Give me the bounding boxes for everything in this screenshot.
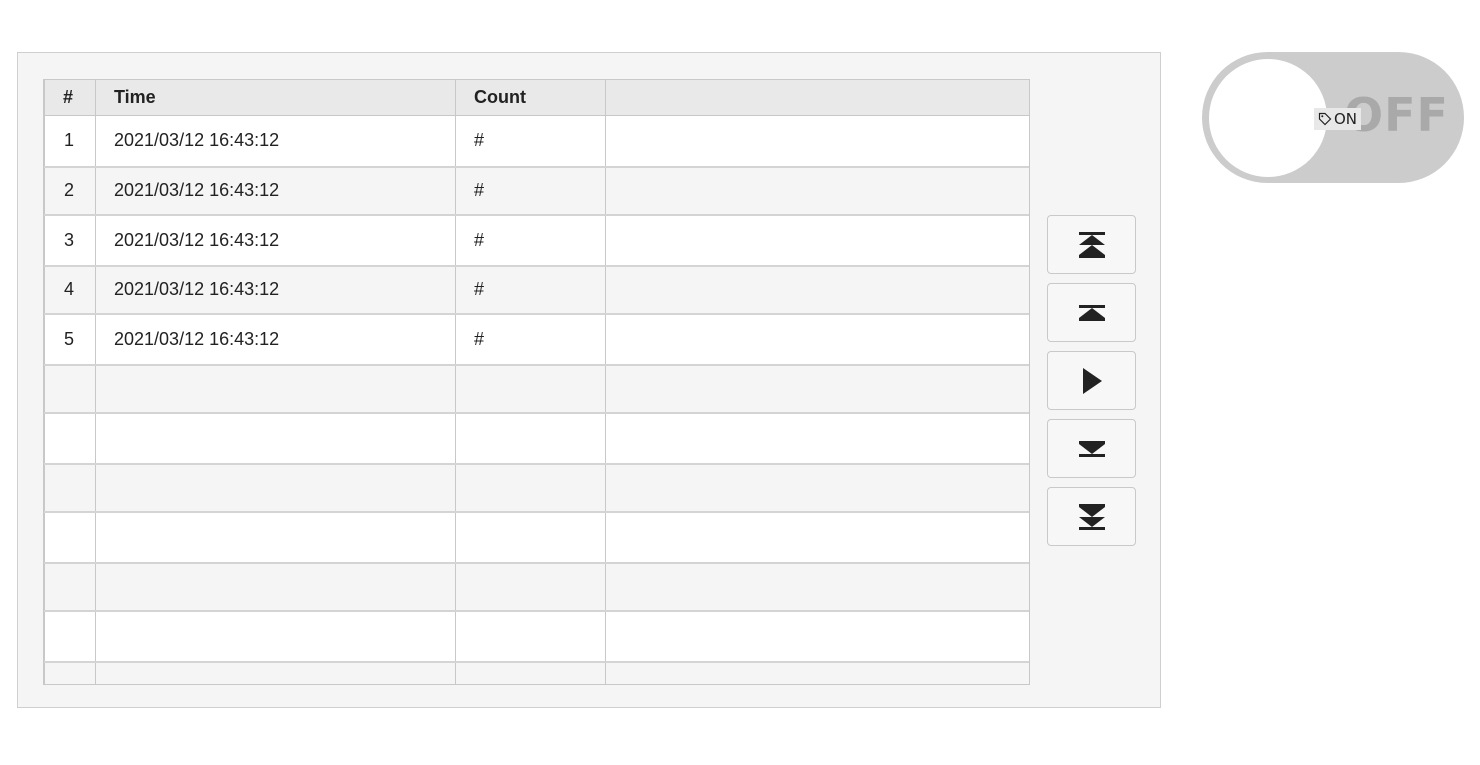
cell-number: 2 — [44, 166, 96, 216]
cell-number — [44, 562, 96, 612]
cell-number: 4 — [44, 265, 96, 315]
cell-number — [44, 610, 96, 663]
play-icon — [1082, 367, 1102, 394]
table-row[interactable] — [44, 610, 1029, 663]
cell-extra — [605, 661, 1029, 684]
cell-number: 5 — [44, 313, 96, 366]
cell-time — [95, 364, 456, 414]
cell-number — [44, 412, 96, 465]
toggle-knob[interactable] — [1209, 59, 1327, 177]
column-header-extra[interactable] — [605, 79, 1029, 116]
cell-number: 3 — [44, 214, 96, 267]
cell-time: 2021/03/12 16:43:12 — [95, 313, 456, 366]
table-row[interactable] — [44, 511, 1029, 564]
cell-extra — [605, 463, 1029, 513]
cell-count — [455, 661, 606, 684]
table-row[interactable] — [44, 463, 1029, 513]
play-button[interactable] — [1047, 351, 1136, 410]
last-page-button[interactable] — [1047, 487, 1136, 546]
double-down-bar-icon — [1078, 503, 1105, 530]
cell-extra — [605, 610, 1029, 663]
toggle-on-text: ON — [1334, 110, 1358, 128]
cell-number — [44, 364, 96, 414]
cell-time: 2021/03/12 16:43:12 — [95, 265, 456, 315]
cell-extra — [605, 412, 1029, 465]
cell-count — [455, 610, 606, 663]
data-table: # Time Count 1 2021/03/12 16:43:12 #2 2021/… — [44, 79, 1029, 684]
cell-time: 2021/03/12 16:43:12 — [95, 166, 456, 216]
data-table-container[interactable]: # Time Count 1 2021/03/12 16:43:12 #2 2021/… — [43, 79, 1030, 685]
cell-extra — [605, 511, 1029, 564]
cell-count: # — [455, 313, 606, 366]
cell-count — [455, 412, 606, 465]
cell-time — [95, 610, 456, 663]
cell-time — [95, 412, 456, 465]
down-bar-icon — [1078, 440, 1105, 457]
cell-count — [455, 364, 606, 414]
tag-icon — [1318, 112, 1332, 126]
cell-number — [44, 661, 96, 684]
cell-count — [455, 511, 606, 564]
column-header-count[interactable]: Count — [455, 79, 606, 116]
cell-time — [95, 463, 456, 513]
column-header-time[interactable]: Time — [95, 79, 456, 116]
cell-extra — [605, 265, 1029, 315]
cell-number — [44, 463, 96, 513]
cell-time: 2021/03/12 16:43:12 — [95, 115, 456, 168]
cell-count: # — [455, 166, 606, 216]
cell-extra — [605, 166, 1029, 216]
cell-count — [455, 562, 606, 612]
toggle-on-label: ON — [1314, 108, 1362, 130]
cell-extra — [605, 313, 1029, 366]
cell-time: 2021/03/12 16:43:12 — [95, 214, 456, 267]
on-off-toggle[interactable]: OFF ON — [1202, 52, 1464, 183]
cell-count: # — [455, 265, 606, 315]
cell-time — [95, 661, 456, 684]
column-header-number[interactable]: # — [44, 79, 96, 116]
cell-extra — [605, 214, 1029, 267]
table-header-row: # Time Count — [44, 79, 1029, 116]
table-row[interactable]: 1 2021/03/12 16:43:12 # — [44, 115, 1029, 168]
cell-time — [95, 511, 456, 564]
cell-extra — [605, 562, 1029, 612]
table-row[interactable] — [44, 661, 1029, 684]
cell-number — [44, 511, 96, 564]
double-up-bar-icon — [1078, 231, 1105, 258]
up-bar-icon — [1078, 304, 1105, 321]
table-row[interactable]: 5 2021/03/12 16:43:12 # — [44, 313, 1029, 366]
cell-extra — [605, 364, 1029, 414]
table-row[interactable]: 3 2021/03/12 16:43:12 # — [44, 214, 1029, 267]
table-row[interactable]: 4 2021/03/12 16:43:12 # — [44, 265, 1029, 315]
table-row[interactable] — [44, 412, 1029, 465]
previous-page-button[interactable] — [1047, 283, 1136, 342]
cell-count — [455, 463, 606, 513]
cell-count: # — [455, 214, 606, 267]
cell-number: 1 — [44, 115, 96, 168]
cell-extra — [605, 115, 1029, 168]
cell-time — [95, 562, 456, 612]
table-row[interactable] — [44, 562, 1029, 612]
table-panel: # Time Count 1 2021/03/12 16:43:12 #2 2021/… — [17, 52, 1161, 708]
first-page-button[interactable] — [1047, 215, 1136, 274]
next-page-button[interactable] — [1047, 419, 1136, 478]
table-row[interactable]: 2 2021/03/12 16:43:12 # — [44, 166, 1029, 216]
cell-count: # — [455, 115, 606, 168]
table-row[interactable] — [44, 364, 1029, 414]
